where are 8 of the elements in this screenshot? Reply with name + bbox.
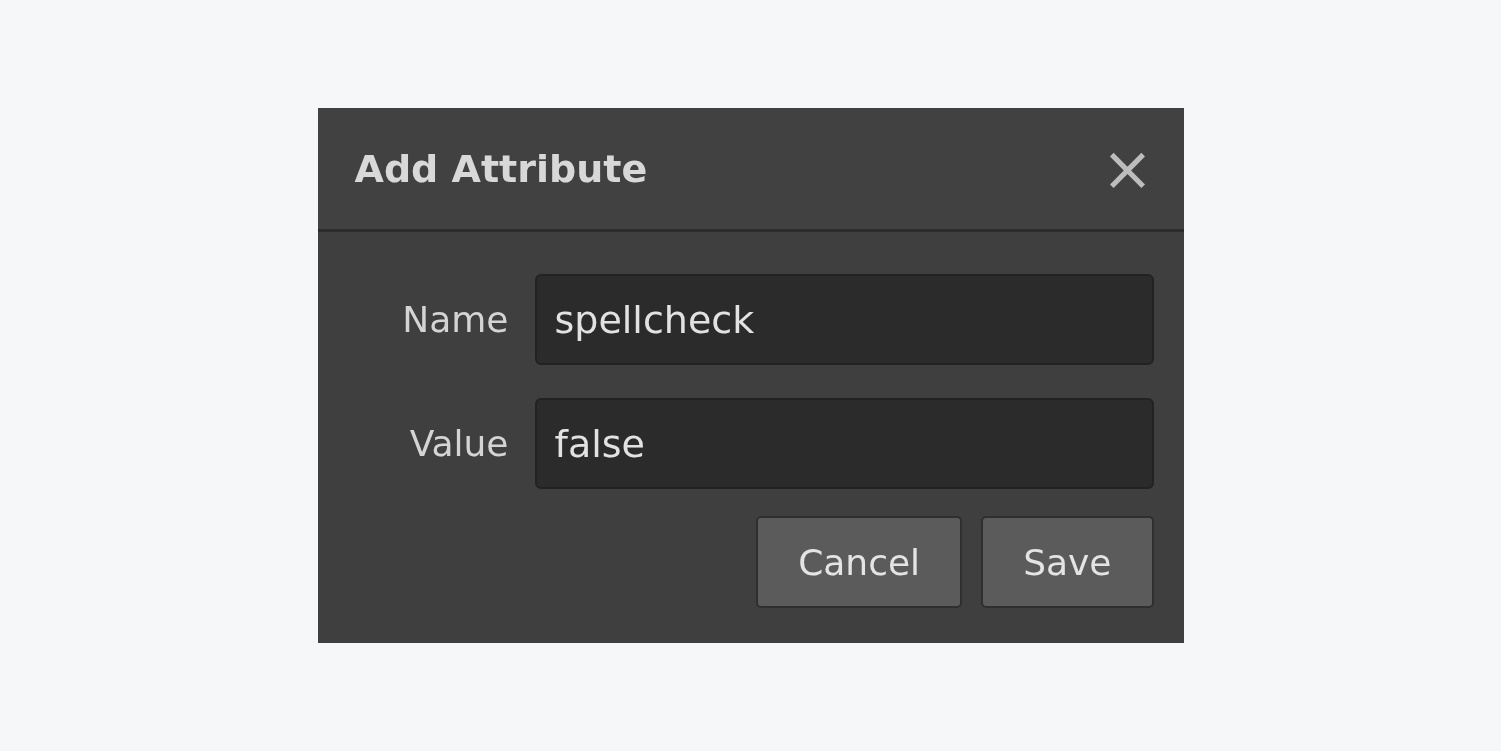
field-label: Name	[401, 299, 509, 340]
field-label: Value	[408, 423, 509, 464]
save-button[interactable]: Save	[981, 516, 1154, 608]
dialog-title: Add Attribute	[354, 146, 648, 191]
cancel-button[interactable]: Cancel	[756, 516, 963, 608]
close-button[interactable]: ×	[1101, 137, 1154, 200]
input-field[interactable]: spellcheck	[534, 274, 1154, 365]
input-field[interactable]: false	[534, 398, 1154, 489]
